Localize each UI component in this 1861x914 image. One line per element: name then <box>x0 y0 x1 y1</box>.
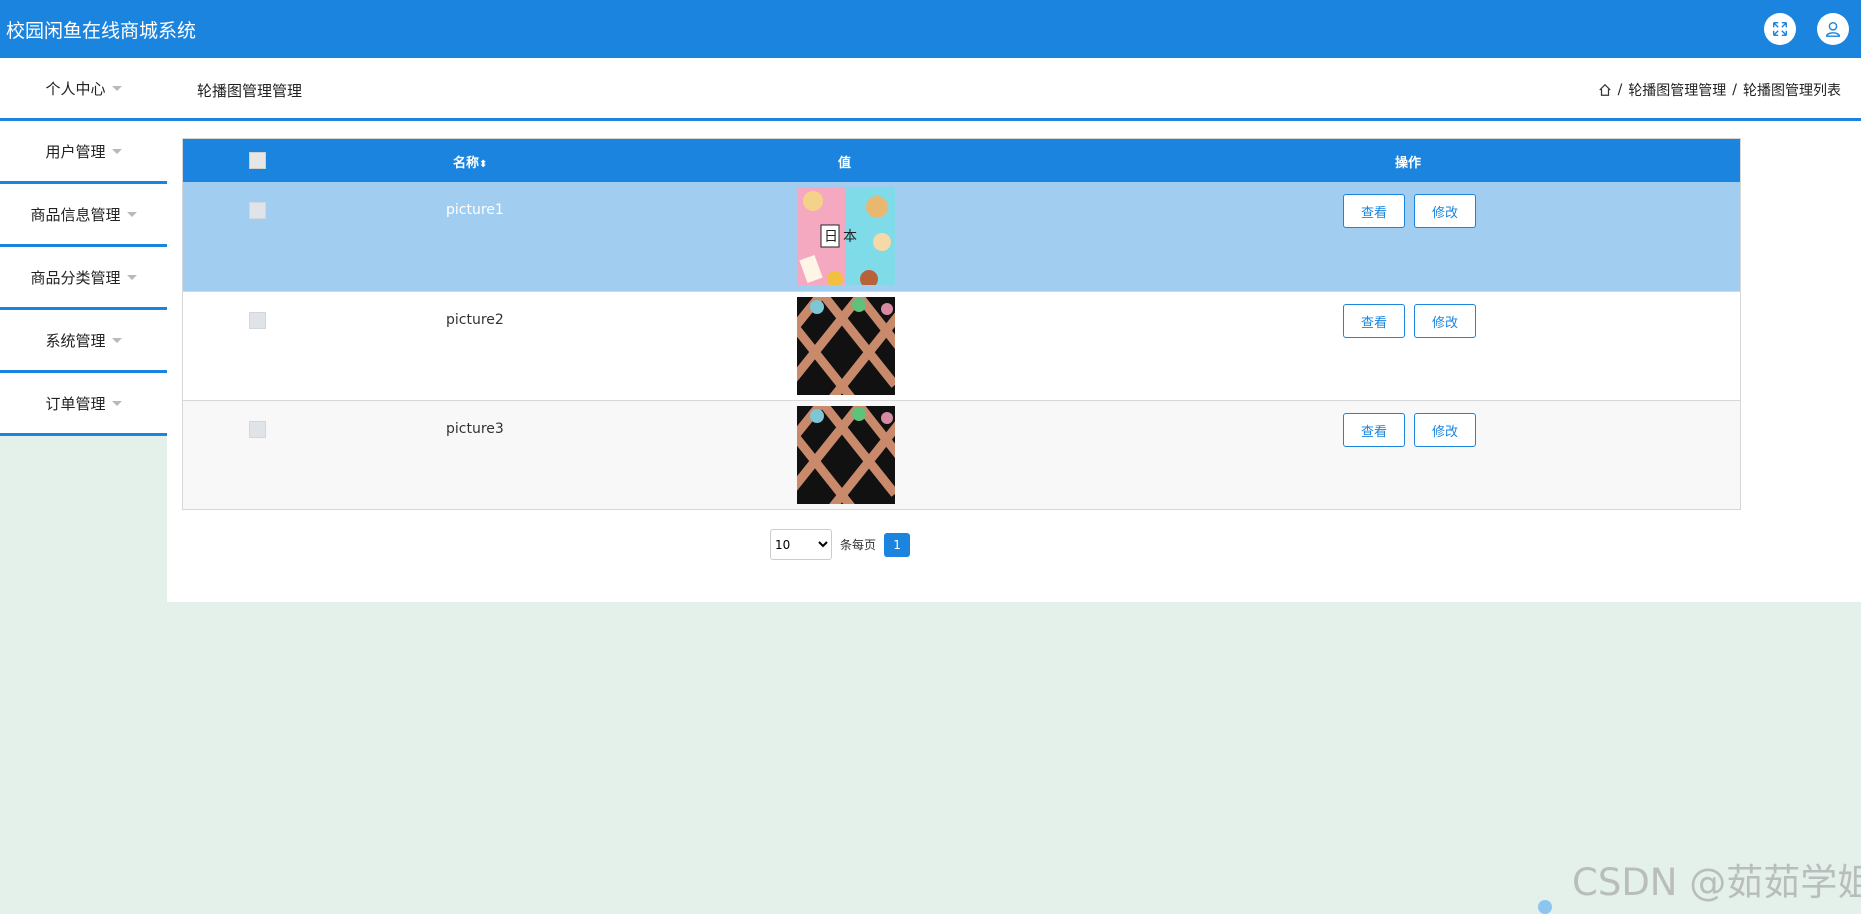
table-row[interactable]: picture1 日 本 查看 修改 <box>183 182 1740 291</box>
page-title: 轮播图管理管理 <box>197 82 303 100</box>
app-title: 校园闲鱼在线商城系统 <box>6 20 197 42</box>
japan-sweets-image: 日 本 <box>797 187 895 285</box>
row-name: picture2 <box>446 312 504 328</box>
edit-button[interactable]: 修改 <box>1414 304 1476 338</box>
sidebar: 个人中心 用户管理 商品信息管理 商品分类管理 系统管理 订单管理 <box>0 58 167 436</box>
row-checkbox[interactable] <box>249 421 266 438</box>
breadcrumb-separator: / <box>1732 82 1737 98</box>
watermark: CSDN @茹茹学姐 <box>1572 861 1861 904</box>
sidebar-item-system[interactable]: 系统管理 <box>0 310 167 373</box>
sidebar-item-label: 系统管理 <box>45 331 106 350</box>
row-thumbnail <box>797 297 895 395</box>
caret-down-icon <box>126 211 137 217</box>
sidebar-item-personal-center[interactable]: 个人中心 <box>0 58 167 121</box>
column-header-name-label: 名称 <box>453 156 480 171</box>
row-name: picture3 <box>446 421 504 437</box>
fullscreen-button[interactable] <box>1764 13 1796 45</box>
breadcrumb-item: 轮播图管理列表 <box>1743 83 1841 99</box>
row-checkbox[interactable] <box>249 202 266 219</box>
sidebar-item-label: 用户管理 <box>45 142 106 161</box>
breadcrumb-separator: / <box>1617 82 1623 98</box>
edit-button[interactable]: 修改 <box>1414 413 1476 447</box>
caret-down-icon <box>111 337 122 343</box>
carousel-table: 名称⬍ 值 操作 picture1 日 本 查看 修改 picture2 查看 … <box>182 138 1741 510</box>
pagination: 10 条每页 1 <box>770 529 911 560</box>
svg-text:日: 日 <box>824 229 838 245</box>
diagonal-stripes-image <box>797 297 895 395</box>
table-row[interactable]: picture2 查看 修改 <box>183 291 1740 400</box>
floating-dot[interactable] <box>1538 900 1552 914</box>
diagonal-stripes-image <box>797 406 895 504</box>
caret-down-icon <box>126 274 137 280</box>
sidebar-item-user-management[interactable]: 用户管理 <box>0 121 167 184</box>
view-button[interactable]: 查看 <box>1343 304 1405 338</box>
row-thumbnail: 日 本 <box>797 187 895 285</box>
user-button[interactable] <box>1817 13 1849 45</box>
column-header-value: 值 <box>838 156 852 171</box>
home-icon[interactable] <box>1598 83 1612 97</box>
page-size-select[interactable]: 10 <box>770 529 832 560</box>
row-name: picture1 <box>446 202 504 218</box>
sidebar-item-label: 商品信息管理 <box>30 205 121 224</box>
svg-text:本: 本 <box>843 229 857 245</box>
top-header: 校园闲鱼在线商城系统 <box>0 0 1861 58</box>
view-button[interactable]: 查看 <box>1343 413 1405 447</box>
sidebar-item-orders[interactable]: 订单管理 <box>0 373 167 436</box>
expand-icon <box>1772 21 1788 37</box>
per-page-label: 条每页 <box>840 538 877 552</box>
sidebar-item-label: 商品分类管理 <box>30 268 121 287</box>
table-row[interactable]: picture3 查看 修改 <box>183 400 1740 509</box>
column-header-action: 操作 <box>1395 156 1422 171</box>
user-icon <box>1825 21 1841 37</box>
row-checkbox[interactable] <box>249 312 266 329</box>
main-content: 轮播图管理管理 / 轮播图管理管理 / 轮播图管理列表 名称⬍ 值 操作 pic… <box>167 58 1861 602</box>
sidebar-item-product-category[interactable]: 商品分类管理 <box>0 247 167 310</box>
breadcrumb-item[interactable]: 轮播图管理管理 <box>1628 80 1726 100</box>
page-number-button[interactable]: 1 <box>884 532 911 557</box>
select-all-checkbox[interactable] <box>249 152 266 169</box>
column-header-name[interactable]: 名称⬍ <box>453 152 487 171</box>
sidebar-item-label: 个人中心 <box>45 79 106 98</box>
row-thumbnail <box>797 406 895 504</box>
sort-icon: ⬍ <box>479 159 488 170</box>
caret-down-icon <box>111 85 122 91</box>
edit-button[interactable]: 修改 <box>1414 194 1476 228</box>
caret-down-icon <box>111 400 122 406</box>
view-button[interactable]: 查看 <box>1343 194 1405 228</box>
caret-down-icon <box>111 148 122 154</box>
sub-header: 轮播图管理管理 / 轮播图管理管理 / 轮播图管理列表 <box>167 58 1861 121</box>
breadcrumb: / 轮播图管理管理 / 轮播图管理列表 <box>1598 80 1841 100</box>
table-header: 名称⬍ 值 操作 <box>183 139 1740 182</box>
sidebar-item-product-info[interactable]: 商品信息管理 <box>0 184 167 247</box>
sidebar-item-label: 订单管理 <box>45 394 106 413</box>
